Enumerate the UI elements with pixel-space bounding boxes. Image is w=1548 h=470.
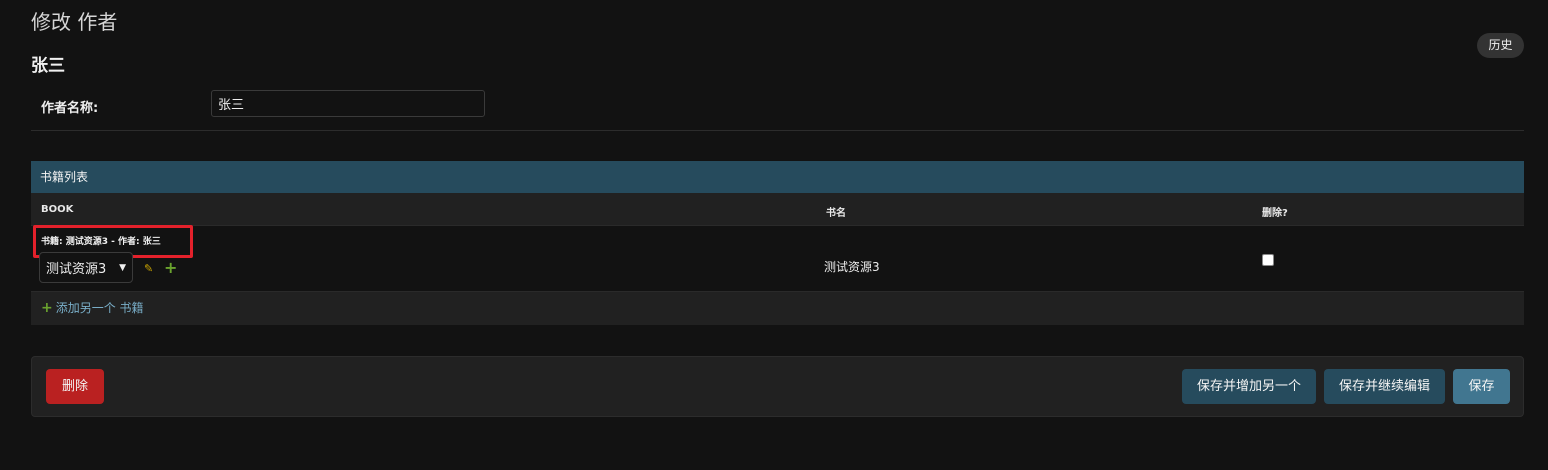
inline-header-row: BOOK 书名 删除? bbox=[31, 193, 1524, 226]
book-select[interactable]: 测试资源3 ▼ bbox=[39, 252, 133, 283]
history-button[interactable]: 历史 bbox=[1477, 33, 1524, 58]
add-another-book-link[interactable]: + 添加另一个 书籍 bbox=[31, 292, 1524, 325]
column-header-delete: 删除? bbox=[1262, 208, 1288, 219]
row-book-title: 测试资源3 bbox=[824, 260, 880, 274]
chevron-down-icon: ▼ bbox=[119, 262, 126, 273]
author-name-label: 作者名称: bbox=[41, 101, 99, 116]
save-and-add-another-button[interactable]: 保存并增加另一个 bbox=[1182, 369, 1316, 404]
plus-icon[interactable]: + bbox=[164, 258, 177, 277]
delete-button[interactable]: 删除 bbox=[46, 369, 104, 404]
save-and-continue-button[interactable]: 保存并继续编辑 bbox=[1324, 369, 1445, 404]
book-select-value: 测试资源3 bbox=[46, 262, 107, 277]
submit-row: 删除 保存并增加另一个 保存并继续编辑 保存 bbox=[31, 356, 1524, 417]
table-row: 书籍: 测试资源3 - 作者: 张三 测试资源3 ▼ ✎ + 测试资源3 bbox=[31, 225, 1524, 292]
author-name-row: 作者名称: bbox=[31, 86, 1524, 131]
plus-icon: + bbox=[41, 300, 53, 316]
add-another-label: 添加另一个 书籍 bbox=[55, 301, 144, 315]
change-author-page: 修改 作者 历史 张三 作者名称: 书籍列表 BOOK 书名 删除? 书籍: 测… bbox=[0, 0, 1548, 470]
column-header-title: 书名 bbox=[826, 208, 846, 219]
page-heading: 修改 作者 bbox=[31, 10, 118, 34]
object-title: 张三 bbox=[31, 56, 65, 76]
column-header-book: BOOK bbox=[41, 204, 74, 215]
inline-caption: 书籍列表 bbox=[31, 161, 1524, 193]
books-inline-group: 书籍列表 BOOK 书名 删除? 书籍: 测试资源3 - 作者: 张三 测试资源… bbox=[31, 161, 1524, 325]
row-original-text: 书籍: 测试资源3 - 作者: 张三 bbox=[41, 237, 161, 247]
pencil-icon[interactable]: ✎ bbox=[144, 262, 153, 275]
author-name-input[interactable] bbox=[211, 90, 485, 117]
save-button[interactable]: 保存 bbox=[1453, 369, 1510, 404]
delete-checkbox[interactable] bbox=[1262, 254, 1274, 266]
row-original-label: 书籍: 测试资源3 - 作者: 张三 bbox=[33, 225, 193, 258]
